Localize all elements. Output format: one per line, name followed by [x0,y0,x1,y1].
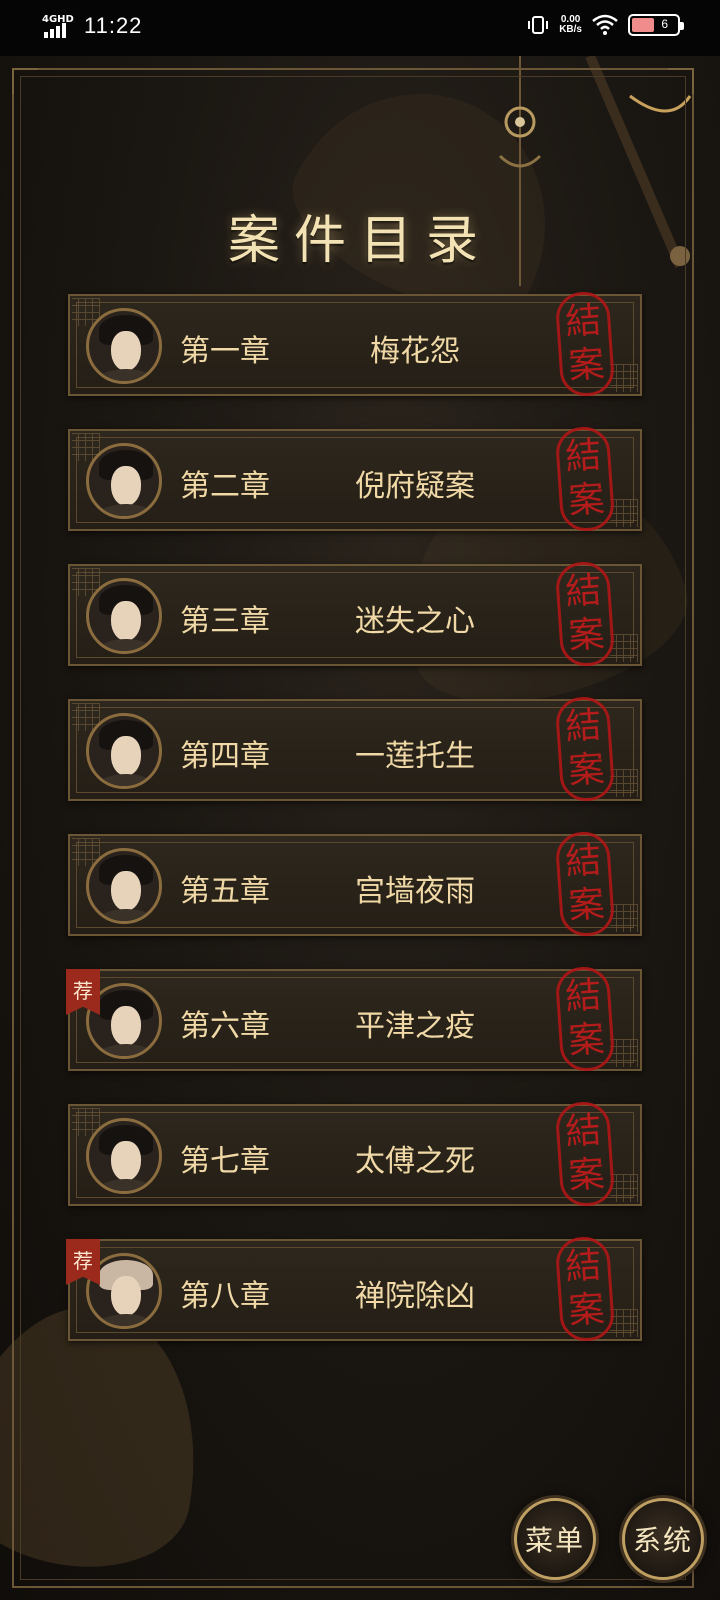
character-avatar [86,308,162,384]
chapter-card-5[interactable]: 第五章 宫墙夜雨 結案 [68,830,642,938]
battery-fill [632,18,654,32]
frame-corner [668,68,694,94]
stamp-char: 案 [567,343,606,388]
stamp-char: 案 [567,748,606,793]
chapter-card-2[interactable]: 第二章 倪府疑案 結案 [68,425,642,533]
status-left: 4GHD 11:22 [40,12,142,40]
character-avatar [86,443,162,519]
case-closed-stamp: 結案 [554,560,616,668]
stamp-char: 結 [564,299,603,344]
status-bar: 4GHD 11:22 0.00 KB/s 6 [0,0,720,56]
case-closed-stamp: 結案 [554,1100,616,1208]
stamp-char: 結 [564,974,603,1019]
lattice-ornament [610,1309,638,1337]
chapter-card-8[interactable]: 荐 第八章 禅院除凶 結案 [66,1235,642,1343]
lattice-ornament [610,634,638,662]
chapter-number: 第二章 [180,469,270,504]
stamp-char: 結 [564,704,603,749]
clock: 11:22 [84,13,143,38]
chapter-number: 第七章 [180,1144,270,1179]
case-closed-stamp: 結案 [554,425,616,533]
recommended-badge: 荐 [66,1239,100,1285]
character-avatar [86,1118,162,1194]
case-closed-stamp: 結案 [554,830,616,938]
battery-tip [680,22,684,30]
chapter-card-7[interactable]: 第七章 太傅之死 結案 [68,1100,642,1208]
stamp-char: 案 [567,883,606,928]
lattice-ornament [610,364,638,392]
case-closed-stamp: 結案 [554,965,616,1073]
chapter-title: 太傅之死 [355,1144,475,1179]
page-title: 案件目录 [227,211,492,271]
frame-corner [12,68,38,94]
case-closed-stamp: 結案 [554,290,616,398]
stamp-char: 結 [564,434,603,479]
character-avatar [86,578,162,654]
stamp-char: 案 [567,613,606,658]
menu-button[interactable]: 菜单 [514,1498,596,1580]
battery-level: 6 [661,17,668,31]
stamp-char: 結 [564,569,603,614]
chapter-card-6[interactable]: 荐 第六章 平津之疫 結案 [66,965,642,1073]
chapter-title: 倪府疑案 [355,469,475,504]
status-right: 0.00 KB/s 6 [527,14,684,36]
chapter-card-1[interactable]: 第一章 梅花怨 結案 [68,290,642,398]
chapter-number: 第三章 [180,604,270,639]
chapter-number: 第四章 [180,739,270,774]
chapter-title: 迷失之心 [355,604,475,639]
stamp-char: 案 [567,1288,606,1333]
lattice-ornament [610,499,638,527]
case-closed-stamp: 結案 [554,695,616,803]
chapter-number: 第八章 [180,1279,270,1314]
lattice-ornament [610,1039,638,1067]
stamp-char: 案 [567,478,606,523]
stamp-char: 結 [564,839,603,884]
recommended-badge: 荐 [66,969,100,1015]
vibrate-icon [528,16,549,34]
stamp-char: 結 [564,1244,603,1289]
network-speed: 0.00 KB/s [559,15,582,35]
chapter-title: 平津之疫 [355,1009,475,1044]
lattice-ornament [610,769,638,797]
speed-unit: KB/s [559,24,582,35]
character-avatar [86,848,162,924]
chapter-title: 梅花怨 [370,334,460,369]
chapter-number: 第六章 [180,1009,270,1044]
chapter-title: 宫墙夜雨 [355,874,475,909]
lattice-ornament [610,904,638,932]
stamp-char: 案 [567,1018,606,1063]
chapter-number: 第一章 [180,334,270,369]
chapter-title: 禅院除凶 [355,1279,475,1314]
system-button[interactable]: 系统 [622,1498,704,1580]
wifi-icon [592,14,618,35]
battery-icon: 6 [628,14,684,36]
chapter-card-3[interactable]: 第三章 迷失之心 結案 [68,560,642,668]
chapter-card-4[interactable]: 第四章 一莲托生 結案 [68,695,642,803]
chapter-number: 第五章 [180,874,270,909]
lattice-ornament [610,1174,638,1202]
character-avatar [86,713,162,789]
case-directory-screen: 案件目录 第一章 梅花怨 結案 第二章 倪府疑案 結案 第三章 迷失之心 結案 … [0,56,720,1600]
chapter-title: 一莲托生 [355,739,475,774]
case-closed-stamp: 結案 [554,1235,616,1343]
signal-icon: 4GHD [40,12,76,40]
stamp-char: 案 [567,1153,606,1198]
stamp-char: 結 [564,1109,603,1154]
